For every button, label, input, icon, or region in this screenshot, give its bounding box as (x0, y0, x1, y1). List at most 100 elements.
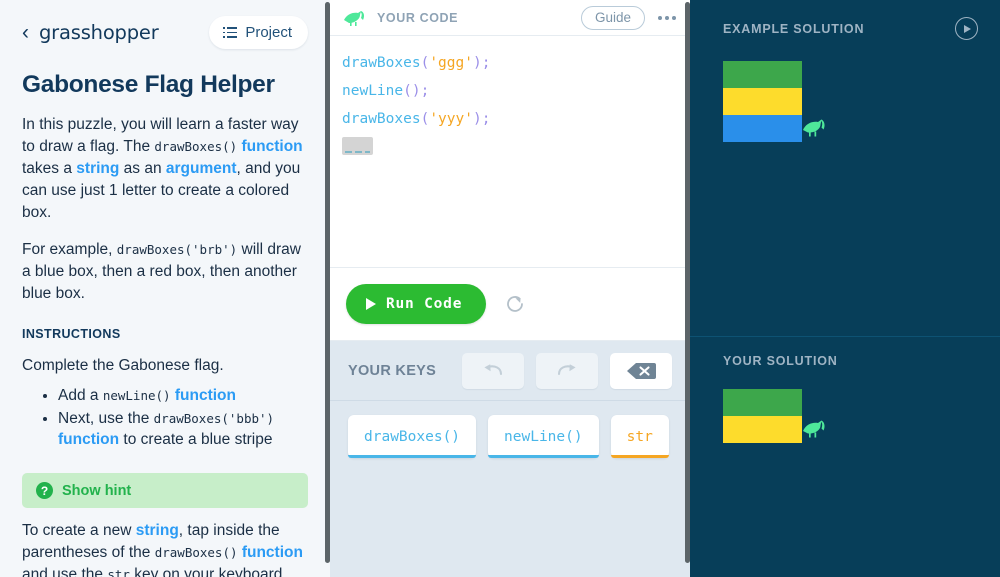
h-part3: and use the (22, 566, 108, 577)
undo-button[interactable] (462, 352, 524, 389)
p1-kw-argument: argument (165, 160, 237, 177)
show-hint-button[interactable]: ? Show hint (22, 473, 308, 509)
h-code-drawboxes: drawBoxes() (154, 545, 238, 561)
key-drawboxes[interactable]: drawBoxes() (348, 415, 477, 458)
lesson-header: ‹ grasshopper Project (0, 0, 330, 53)
undo-icon (484, 363, 503, 375)
empty-code-slot[interactable] (342, 137, 373, 155)
code-string: 'yyy' (429, 111, 473, 127)
p1-part2: takes a (22, 160, 77, 177)
flag-stripes (723, 389, 802, 443)
list-item: Next, use the drawBoxes('bbb') function … (58, 408, 308, 451)
p1-code-drawboxes: drawBoxes() (154, 139, 238, 154)
your-solution-pane: YOUR SOLUTION (690, 337, 1000, 577)
example-solution-header: EXAMPLE SOLUTION (690, 0, 1000, 40)
run-code-label: Run Code (386, 296, 463, 312)
code-string: 'ggg' (429, 55, 473, 71)
code-semicolon: ; (481, 55, 491, 71)
h-kw-function: function (241, 544, 303, 562)
delete-button[interactable] (610, 352, 672, 389)
flag-stripe-blue (723, 115, 802, 142)
run-code-button[interactable]: Run Code (346, 284, 487, 324)
editor-header: YOUR CODE Guide (330, 0, 690, 36)
refresh-icon (507, 296, 524, 312)
code-line[interactable]: drawBoxes('ggg'); (342, 49, 674, 77)
your-solution-header: YOUR SOLUTION (690, 337, 1000, 368)
grasshopper-cursor-icon (803, 119, 825, 137)
code-semicolon: ; (420, 83, 430, 99)
b1-kw: function (58, 431, 120, 449)
code-paren: ) (472, 111, 482, 127)
guide-button[interactable]: Guide (580, 5, 645, 30)
list-item: Add a newLine() function (58, 385, 308, 407)
lesson-paragraph-2: For example, drawBoxes('brb') will draw … (0, 239, 330, 305)
page-title: Gabonese Flag Helper (22, 71, 275, 98)
keys-title: YOUR KEYS (348, 362, 437, 379)
key-newline[interactable]: newLine() (488, 415, 599, 458)
example-flag (723, 61, 825, 142)
question-mark-icon: ? (36, 482, 53, 500)
flag-stripe-green (723, 389, 802, 416)
more-horizontal-icon[interactable] (658, 12, 676, 24)
b0-code: newLine() (102, 388, 171, 403)
lesson-panel: ‹ grasshopper Project Gabonese Flag Help… (0, 0, 330, 577)
backspace-delete-icon (627, 362, 656, 379)
redo-icon (557, 363, 576, 375)
b1-code: drawBoxes('bbb') (153, 410, 275, 426)
project-button[interactable]: Project (209, 16, 308, 49)
h-code-str: str (107, 567, 130, 577)
chevron-left-icon[interactable]: ‹ (22, 22, 29, 43)
h-part1: To create a new (22, 522, 136, 540)
code-paren: ) (411, 83, 421, 99)
h-kw-string: string (135, 522, 179, 540)
instructions-lead: Complete the Gabonese flag. (22, 357, 224, 374)
brand[interactable]: ‹ grasshopper (22, 21, 159, 44)
grasshopper-logo-icon (344, 10, 365, 26)
example-solution-title: EXAMPLE SOLUTION (723, 21, 865, 36)
lesson-paragraph-1: In this puzzle, you will learn a faster … (0, 114, 330, 224)
code-fn: drawBoxes (342, 55, 421, 71)
keys-pad: drawBoxes() newLine() str (330, 401, 690, 577)
editor-title: YOUR CODE (377, 10, 459, 25)
code-paren: ) (472, 55, 482, 71)
list-icon (223, 27, 238, 38)
b1-part1: Next, use the (58, 409, 154, 427)
code-line[interactable]: newLine(); (342, 77, 674, 105)
code-fn: drawBoxes (342, 111, 421, 127)
grasshopper-cursor-icon (803, 420, 825, 438)
redo-button[interactable] (536, 352, 598, 389)
keys-toolbar: YOUR KEYS (330, 341, 690, 401)
b0-kw: function (174, 387, 236, 404)
show-hint-label: Show hint (62, 482, 132, 499)
h-part4: key on your keyboard. (129, 566, 287, 577)
code-paren: ( (420, 55, 430, 71)
example-solution-pane: EXAMPLE SOLUTION (690, 0, 1000, 337)
editor-panel: YOUR CODE Guide drawBoxes('ggg'); newLin… (330, 0, 690, 577)
code-fn: newLine (342, 83, 404, 99)
play-circle-icon[interactable] (955, 17, 978, 40)
reset-button[interactable] (500, 289, 530, 319)
p1-kw-function: function (241, 138, 303, 155)
instructions-label: INSTRUCTIONS (22, 327, 121, 341)
flag-stripe-yellow (723, 88, 802, 115)
p1-part3: as an (119, 160, 166, 177)
code-line[interactable] (342, 133, 674, 162)
your-flag (723, 389, 825, 443)
key-str[interactable]: str (610, 415, 670, 458)
code-editor[interactable]: drawBoxes('ggg'); newLine(); drawBoxes('… (330, 36, 690, 268)
brand-name: grasshopper (39, 21, 159, 44)
code-paren: ( (403, 83, 412, 99)
run-toolbar: Run Code (330, 268, 690, 341)
code-paren: ( (420, 111, 430, 127)
code-line[interactable]: drawBoxes('yyy'); (342, 105, 674, 133)
output-panel: EXAMPLE SOLUTION YOUR SOLUTION (690, 0, 1000, 577)
hint-text: To create a new string, tap inside the p… (0, 520, 330, 577)
flag-stripe-yellow (723, 416, 802, 443)
p1-kw-string: string (76, 160, 120, 177)
flag-stripes (723, 61, 802, 142)
p2-code-example: drawBoxes('brb') (116, 242, 238, 257)
flag-stripe-green (723, 61, 802, 88)
project-button-label: Project (245, 24, 292, 41)
instructions-list: Add a newLine() function Next, use the d… (0, 385, 330, 451)
grasshopper-app: ‹ grasshopper Project Gabonese Flag Help… (0, 0, 1000, 577)
